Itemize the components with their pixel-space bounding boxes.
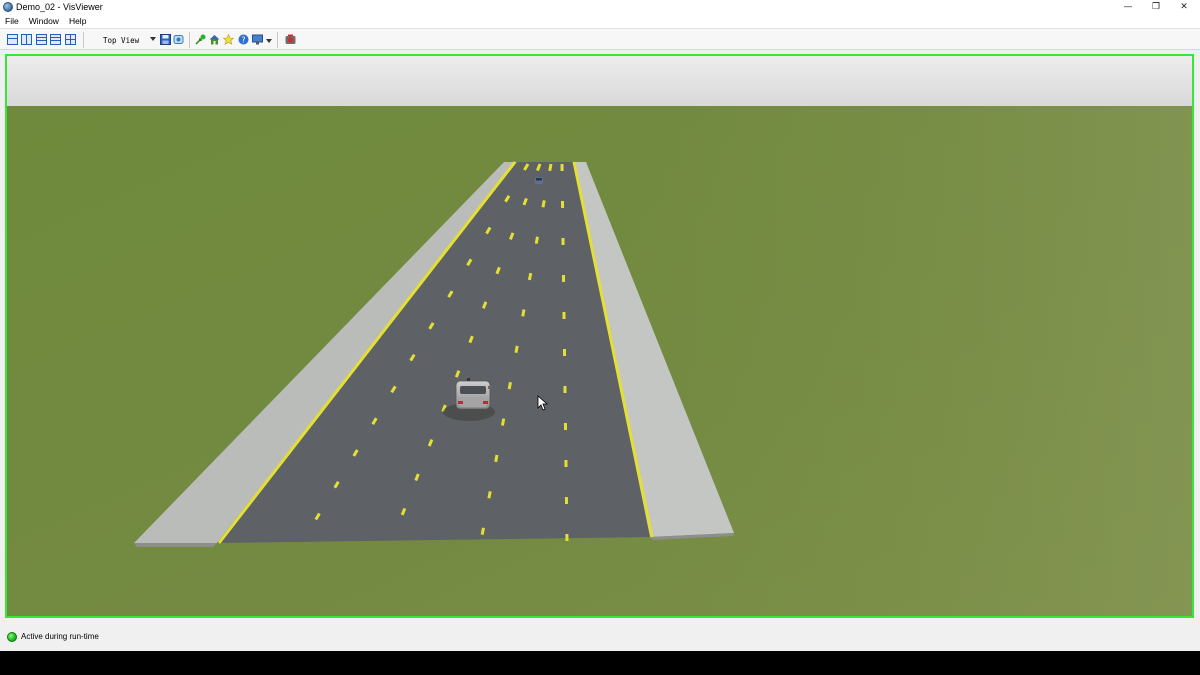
distant-vehicle	[535, 177, 543, 184]
app-window: Demo_02 - VisViewer — ❐ ✕ File Window He…	[0, 0, 1200, 651]
view-select-dropdown[interactable]: Top View	[98, 33, 158, 47]
record-icon[interactable]	[173, 34, 184, 45]
toolbar-divider	[189, 32, 190, 48]
save-icon[interactable]	[160, 34, 171, 45]
close-button[interactable]: ✕	[1170, 0, 1198, 14]
toolbar-divider	[83, 32, 84, 48]
svg-text:?: ?	[241, 35, 245, 44]
dual-view-layout-icon[interactable]	[21, 34, 32, 45]
restore-button[interactable]: ❐	[1142, 0, 1170, 14]
status-indicator-icon	[7, 632, 17, 642]
status-text: Active during run-time	[21, 632, 99, 641]
3d-viewport[interactable]	[5, 54, 1194, 618]
star-icon[interactable]	[222, 33, 235, 45]
navigate-icon[interactable]	[195, 34, 206, 45]
menu-window[interactable]: Window	[24, 14, 64, 28]
minimize-button[interactable]: —	[1114, 0, 1142, 14]
chevron-down-icon	[150, 37, 156, 41]
display-chevron-down-icon[interactable]	[266, 39, 272, 43]
quad-view-layout-icon[interactable]	[65, 34, 76, 45]
stacked-view-layout-icon[interactable]	[36, 34, 47, 45]
stacked-view-layout-alt-icon[interactable]	[50, 34, 61, 45]
view-select-value: Top View	[103, 35, 140, 45]
home-icon[interactable]	[209, 34, 220, 45]
display-icon[interactable]	[252, 34, 263, 45]
grass-ground-haze	[607, 106, 1192, 616]
scene-canvas	[7, 56, 1192, 616]
status-bar: Active during run-time	[0, 627, 1200, 649]
menu-help[interactable]: Help	[64, 14, 91, 28]
menu-bar: File Window Help	[0, 14, 1200, 28]
title-bar: Demo_02 - VisViewer — ❐ ✕	[0, 0, 1200, 14]
help-icon[interactable]: ?	[238, 34, 249, 45]
toolbar-divider	[277, 32, 278, 48]
left-sidewalk-edge	[134, 543, 217, 547]
window-title: Demo_02 - VisViewer	[16, 2, 103, 12]
app-globe-icon	[3, 2, 13, 12]
single-view-layout-icon[interactable]	[7, 34, 18, 45]
screen-bottom-strip	[0, 651, 1200, 675]
toolbar: Top View ?	[0, 28, 1200, 50]
stop-record-icon[interactable]	[285, 34, 296, 45]
menu-file[interactable]: File	[0, 14, 24, 28]
sky	[7, 56, 1192, 106]
